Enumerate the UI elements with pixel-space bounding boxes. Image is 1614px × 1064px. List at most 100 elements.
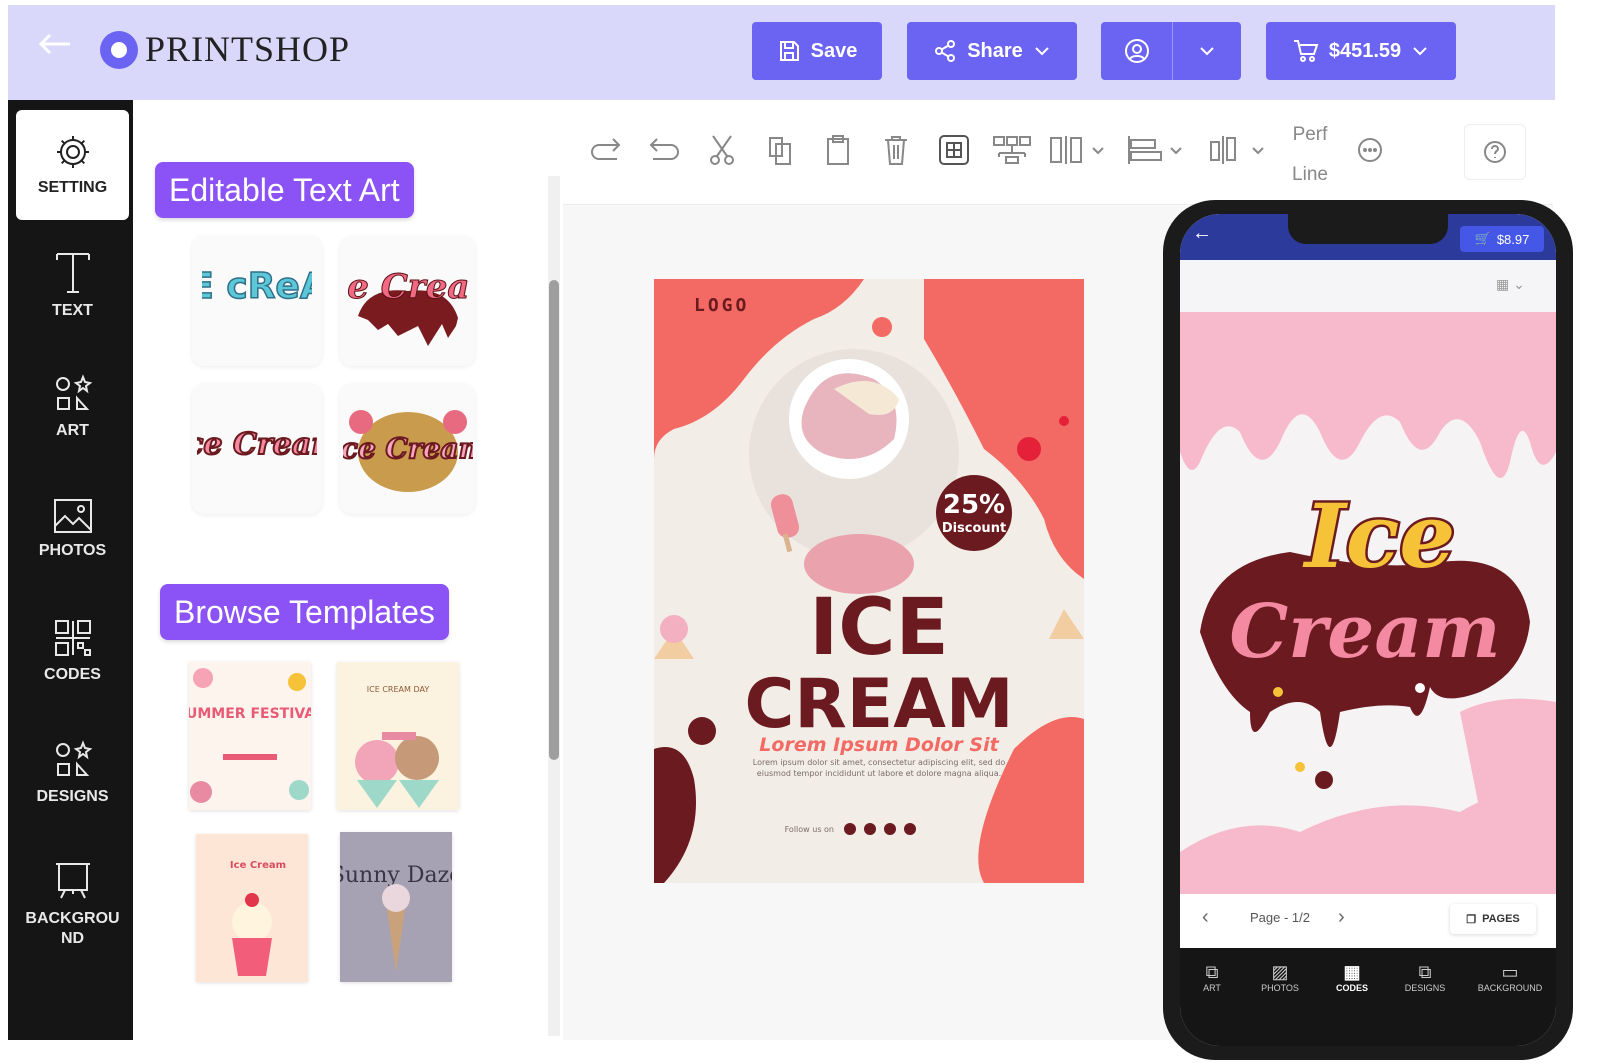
ice-cream-poster[interactable]: 25% Discount LOGO ICE CREAM Lorem Ipsum …: [654, 279, 1084, 883]
text-art-item[interactable]: Ice Cream: [340, 384, 475, 514]
rail-item-setting[interactable]: SETTING: [16, 110, 129, 220]
sunny-daze-template: Sunny Daze: [330, 832, 462, 982]
phone-screen: ← 🛒 $8.97 ▦ ⌄ Ice Cream ‹ Page - 1/2 › ❐ P…: [1180, 214, 1556, 1046]
ice-cream-art-3: Ice Cream: [197, 426, 317, 463]
help-icon: [1484, 141, 1506, 163]
rail-item-background[interactable]: BACKGROU ND: [16, 840, 129, 970]
svg-text:Ice Cream: Ice Cream: [343, 432, 473, 465]
phone-cart-total: $8.97: [1496, 231, 1530, 247]
group-icon[interactable]: [990, 130, 1034, 170]
ice-cream-art-large: Ice Cream: [1180, 312, 1556, 894]
perf-line-label-2: Line: [1292, 164, 1328, 185]
background-icon: ▭: [1501, 962, 1519, 982]
discount-label: Discount: [942, 521, 1006, 536]
phone-nav-photos-label: PHOTOS: [1261, 983, 1299, 993]
svg-text:Ice Cream: Ice Cream: [348, 267, 468, 307]
phone-nav-background[interactable]: ▭ BACKGROUND: [1468, 962, 1552, 993]
template-thumbnail[interactable]: Sunny Daze: [330, 832, 462, 982]
phone-nav-designs[interactable]: ⧉ DESIGNS: [1390, 962, 1460, 993]
account-button[interactable]: [1101, 22, 1241, 80]
flip-dropdown-icon[interactable]: [1046, 130, 1108, 170]
svg-text:iCE cReAM: iCE cReAM: [202, 266, 312, 307]
app-name: PRINTSHOP: [145, 29, 351, 69]
designs-icon: [55, 740, 92, 776]
user-icon: [1124, 39, 1149, 63]
art-icon: ⧉: [1205, 962, 1219, 982]
template-thumbnail[interactable]: SUMMER FESTIVAL: [176, 662, 324, 810]
discount-value: 25%: [943, 490, 1005, 520]
poster-title-1: ICE: [809, 583, 949, 673]
more-options-icon[interactable]: [1350, 130, 1390, 170]
cut-icon[interactable]: [702, 130, 742, 170]
rail-item-photos[interactable]: PHOTOS: [16, 474, 129, 584]
pages-button[interactable]: ❐ PAGES: [1450, 904, 1536, 934]
cart-icon: [1293, 40, 1319, 62]
chevron-down-icon: [1200, 47, 1214, 56]
svg-text:ICE CREAM DAY: ICE CREAM DAY: [367, 685, 430, 694]
text-art-item[interactable]: iCE cReAM: [192, 236, 322, 366]
phone-nav-designs-label: DESIGNS: [1404, 983, 1446, 993]
rail-label-text: TEXT: [52, 302, 93, 319]
text-art-item[interactable]: Ice Cream: [340, 236, 475, 366]
ice-cream-day-template: ICE CREAM DAY: [355, 685, 439, 808]
rail-label-designs: DESIGNS: [36, 788, 109, 805]
template-thumbnail[interactable]: ICE CREAM DAY: [337, 662, 459, 810]
designs-icon: ⧉: [1418, 962, 1432, 982]
art-icon: [55, 374, 92, 410]
chevron-down-icon: [1413, 47, 1427, 56]
rail-item-art[interactable]: ART: [16, 352, 129, 462]
ice-cream-art-2: Ice Cream: [348, 267, 468, 346]
page-indicator: Page - 1/2: [1250, 910, 1310, 925]
rail-item-designs[interactable]: DESIGNS: [16, 718, 129, 828]
panel-scrollbar-thumb[interactable]: [549, 280, 559, 760]
distribute-dropdown-icon[interactable]: [1206, 130, 1268, 170]
redo-icon[interactable]: [586, 130, 626, 170]
delete-icon[interactable]: [876, 130, 916, 170]
phone-cart-button[interactable]: 🛒 $8.97: [1460, 226, 1544, 252]
share-label: Share: [967, 39, 1023, 62]
rail-label-art: ART: [56, 422, 89, 439]
perf-line-button[interactable]: Perf Line: [1280, 115, 1340, 195]
paste-icon[interactable]: [818, 130, 858, 170]
back-arrow-icon[interactable]: [38, 32, 78, 62]
qr-code-icon: ▦: [1343, 962, 1361, 982]
save-icon: [779, 41, 799, 61]
poster-follow: Follow us on: [785, 825, 834, 834]
grid-icon[interactable]: ▦ ⌄: [1496, 276, 1525, 293]
save-button[interactable]: Save: [752, 22, 882, 80]
text-icon: [55, 253, 90, 293]
undo-icon[interactable]: [644, 130, 684, 170]
cart-button[interactable]: $451.59: [1266, 22, 1456, 80]
poster-artwork: 25% Discount LOGO ICE CREAM Lorem Ipsum …: [654, 279, 1084, 883]
template-thumbnail[interactable]: Ice Cream: [196, 834, 308, 982]
next-page-icon[interactable]: ›: [1338, 906, 1345, 929]
share-button[interactable]: Share: [907, 22, 1077, 80]
phone-artwork[interactable]: Ice Cream: [1180, 312, 1556, 894]
rail-item-codes[interactable]: CODES: [16, 596, 129, 706]
phone-nav-photos[interactable]: ▨ PHOTOS: [1250, 962, 1310, 993]
cart-total: $451.59: [1328, 39, 1402, 62]
phone-back-arrow-icon[interactable]: ←: [1192, 222, 1212, 245]
rail-label-background: BACKGROU ND: [25, 910, 120, 947]
help-button[interactable]: [1464, 124, 1526, 180]
grid-toggle-icon[interactable]: [934, 130, 974, 170]
background-icon: [55, 863, 90, 899]
prev-page-icon[interactable]: ‹: [1202, 906, 1209, 929]
poster-logo-text: LOGO: [694, 295, 749, 316]
text-art-item[interactable]: Ice Cream: [192, 384, 322, 514]
align-dropdown-icon[interactable]: [1124, 130, 1186, 170]
cart-icon: 🛒: [1474, 231, 1491, 246]
poster-title-2: CREAM: [744, 665, 1013, 744]
phone-nav-art[interactable]: ⧉ ART: [1186, 962, 1238, 993]
svg-text:Ice Cream: Ice Cream: [197, 427, 317, 462]
rail-item-text[interactable]: TEXT: [16, 230, 129, 340]
pages-icon: ❐: [1466, 913, 1477, 926]
photo-icon: [53, 499, 92, 533]
copy-icon[interactable]: [760, 130, 800, 170]
ice-cream-art-1: iCE cReAM: [202, 265, 312, 308]
ice-cream-template: Ice Cream: [230, 860, 286, 976]
phone-nav-background-label: BACKGROUND: [1477, 983, 1543, 993]
photo-icon: ▨: [1271, 962, 1289, 982]
phone-nav-codes[interactable]: ▦ CODES: [1324, 962, 1380, 993]
save-label: Save: [810, 39, 858, 62]
